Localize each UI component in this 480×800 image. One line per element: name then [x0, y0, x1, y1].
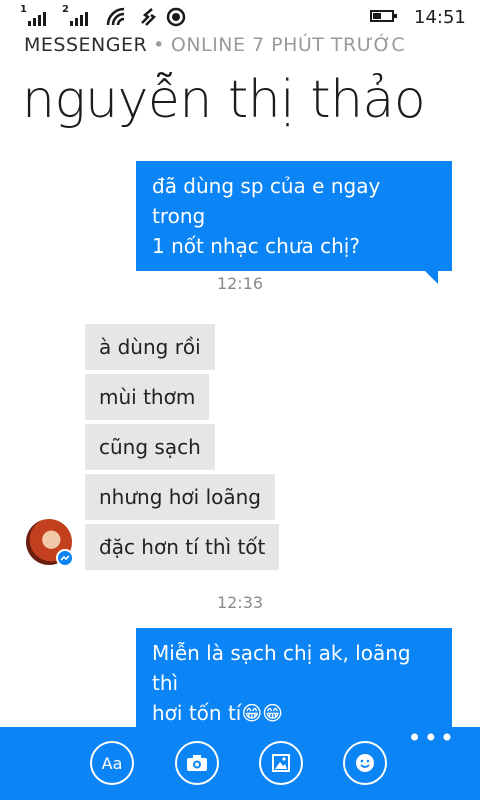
outgoing-message[interactable]: đã dùng sp của e ngay trong 1 nốt nhạc c… [136, 161, 452, 284]
text-format-icon: Aa [101, 753, 123, 773]
outgoing-message[interactable]: Miễn là sạch chị ak, loãng thì hơi tốn t… [136, 628, 452, 751]
contact-name[interactable]: nguyễn thị thảo [22, 70, 426, 130]
timestamp: 12:16 [216, 274, 264, 293]
battery-icon [370, 10, 397, 22]
message-line: 1 nốt nhạc chưa chị? [152, 234, 360, 258]
message-line: Miễn là sạch chị ak, loãng thì [152, 641, 411, 695]
location-icon [166, 7, 186, 27]
message-line: đã dùng sp của e ngay trong [152, 174, 381, 228]
sim1-label: 1 [20, 4, 27, 15]
photo-icon [272, 754, 290, 772]
smiley-icon [356, 754, 374, 772]
incoming-message[interactable]: đặc hơn tí thì tốt [85, 524, 280, 570]
photo-button[interactable] [259, 741, 303, 785]
camera-icon [187, 755, 207, 771]
app-name: MESSENGER [24, 34, 148, 56]
timestamp: 12:33 [216, 593, 264, 612]
data-icon [141, 8, 156, 26]
more-options-button[interactable]: ••• [408, 726, 456, 750]
incoming-message[interactable]: à dùng rồi [85, 324, 215, 370]
messenger-badge-icon [56, 549, 74, 567]
status-bar: 1 2 14:51 [0, 0, 480, 32]
presence-status: ONLINE 7 PHÚT TRƯỚC [170, 34, 406, 56]
incoming-message[interactable]: cũng sạch [85, 424, 215, 470]
separator-dot: • [153, 34, 165, 56]
clock: 14:51 [414, 7, 466, 28]
sim2-label: 2 [62, 4, 69, 15]
incoming-message[interactable]: mùi thơm [85, 374, 210, 420]
emoji-button[interactable] [343, 741, 387, 785]
text-format-button[interactable]: Aa [90, 741, 134, 785]
incoming-message[interactable]: nhưng hơi loãng [85, 474, 276, 520]
wifi-icon [106, 7, 125, 26]
app-bar: Aa ••• [0, 726, 480, 800]
header-subtitle: MESSENGER • ONLINE 7 PHÚT TRƯỚC [24, 34, 405, 56]
message-line: hơi tốn tí😁😁 [152, 701, 284, 725]
camera-button[interactable] [175, 741, 219, 785]
